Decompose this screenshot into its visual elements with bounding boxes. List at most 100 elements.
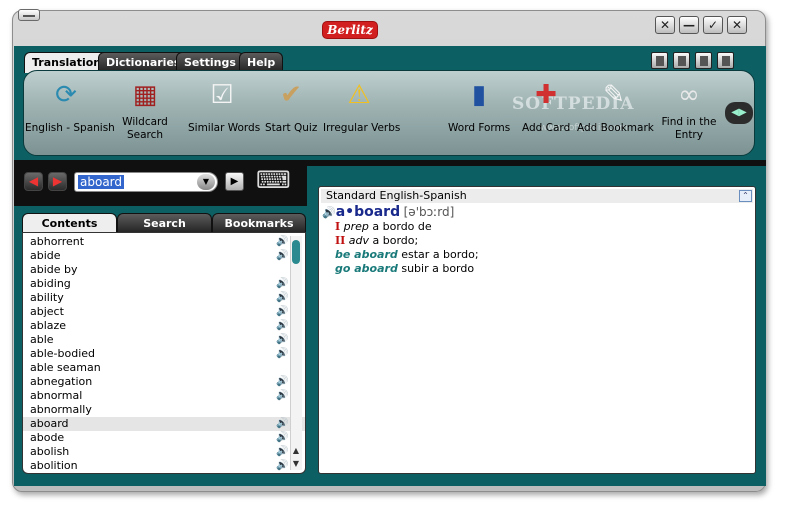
tool-find-in-entry[interactable]: ∞ Find in the Entry <box>658 78 720 142</box>
speaker-icon[interactable]: 🔊 <box>276 333 288 347</box>
tab-settings[interactable]: Settings <box>176 52 244 72</box>
warning-book-icon: ⚠ <box>347 80 371 110</box>
list-item-label: abiding <box>30 277 71 290</box>
save-icon[interactable] <box>695 52 712 69</box>
list-item-label: abolition <box>30 459 78 472</box>
go-button[interactable]: ▶ <box>225 172 244 191</box>
list-item-label: abide by <box>30 263 78 276</box>
speaker-icon[interactable]: 🔊 <box>276 389 288 403</box>
tool-wildcard-search[interactable]: ▦ Wildcard Search <box>116 78 174 142</box>
list-item-label: abolish <box>30 445 70 458</box>
speaker-icon[interactable]: 🔊 <box>276 417 288 431</box>
speaker-icon[interactable]: 🔊 <box>322 206 336 219</box>
speaker-icon[interactable]: 🔊 <box>276 249 288 263</box>
search-input-text: aboard <box>78 175 125 189</box>
keyboard-icon[interactable]: ⌨ <box>256 166 300 194</box>
list-item[interactable]: ability 🔊 <box>23 291 305 305</box>
list-item[interactable]: abolition 🔊 <box>23 459 305 473</box>
checklist-icon: ☑ <box>210 80 234 110</box>
scrollbar-thumb[interactable] <box>292 240 300 264</box>
list-item[interactable]: abhorrent 🔊 <box>23 235 305 249</box>
list-item-label: aboard <box>30 417 69 430</box>
list-item-label: abnormally <box>30 403 92 416</box>
maximize-button[interactable]: ✓ <box>703 16 723 34</box>
list-item[interactable]: ablaze 🔊 <box>23 319 305 333</box>
speaker-icon[interactable]: 🔊 <box>276 431 288 445</box>
forward-arrow-icon[interactable]: ▶ <box>48 172 67 191</box>
toolbar-scroll-arrows[interactable]: ◀▶ <box>725 102 753 124</box>
copy-icon[interactable] <box>651 52 668 69</box>
tab-search[interactable]: Search <box>117 213 212 233</box>
chevron-down-icon[interactable]: ▼ <box>197 174 215 190</box>
tab-contents[interactable]: Contents <box>22 213 117 233</box>
list-item[interactable]: abnormal 🔊 <box>23 389 305 403</box>
phrase-1: be aboard estar a bordo; <box>335 248 479 262</box>
speaker-icon[interactable]: 🔊 <box>276 459 288 473</box>
part-of-speech: prep <box>343 220 369 233</box>
speaker-icon[interactable]: 🔊 <box>276 347 288 361</box>
headword: a•board <box>335 204 401 220</box>
sense-number: II <box>335 234 346 247</box>
print-icon[interactable] <box>717 52 734 69</box>
search-input[interactable]: aboard ▼ <box>74 172 218 192</box>
speaker-icon[interactable]: 🔊 <box>276 235 288 249</box>
sense-1: I prep a bordo de <box>335 220 432 234</box>
system-menu-button[interactable] <box>18 9 40 21</box>
list-item[interactable]: able-bodied 🔊 <box>23 347 305 361</box>
close-alt-button[interactable]: ✕ <box>655 16 675 34</box>
tool-add-bookmark[interactable]: ✎ Add Bookmark <box>577 78 654 135</box>
list-item[interactable]: abnegation 🔊 <box>23 375 305 389</box>
speaker-icon[interactable]: 🔊 <box>276 277 288 291</box>
back-arrow-icon[interactable]: ◀ <box>24 172 43 191</box>
list-item[interactable]: abolish 🔊 <box>23 445 305 459</box>
list-item-label: abnormal <box>30 389 83 402</box>
translation: a bordo de <box>372 220 432 233</box>
list-item-label: abject <box>30 305 64 318</box>
tab-bookmarks[interactable]: Bookmarks <box>212 213 306 233</box>
phrase: be aboard <box>335 248 398 261</box>
tool-english-spanish[interactable]: ⟳ English - Spanish <box>25 78 115 135</box>
list-item[interactable]: able 🔊 <box>23 333 305 347</box>
speaker-icon[interactable]: 🔊 <box>276 445 288 459</box>
sense-number: I <box>335 220 341 233</box>
list-item-label: abhorrent <box>30 235 85 248</box>
list-item-label: able-bodied <box>30 347 96 360</box>
list-item[interactable]: abnormally <box>23 403 305 417</box>
list-item[interactable]: aboard 🔊 <box>23 417 305 431</box>
list-item-label: abode <box>30 431 65 444</box>
list-item-label: abnegation <box>30 375 93 388</box>
tool-similar-words[interactable]: ☑ Similar Words <box>188 78 260 135</box>
speaker-icon[interactable]: 🔊 <box>276 305 288 319</box>
bookmark-note-icon: ✎ <box>603 80 625 110</box>
close-button[interactable]: ✕ <box>727 16 747 34</box>
scroll-down-icon[interactable]: ▼ <box>291 459 301 469</box>
add-card-icon: ✚ <box>535 80 557 110</box>
list-item-label: able <box>30 333 54 346</box>
tool-add-card[interactable]: ✚ Add Card <box>522 78 570 135</box>
tool-word-forms[interactable]: ▮ Word Forms <box>448 78 510 135</box>
tab-help[interactable]: Help <box>239 52 284 72</box>
tool-start-quiz[interactable]: ✔ Start Quiz <box>265 78 317 135</box>
list-item[interactable]: abode 🔊 <box>23 431 305 445</box>
scroll-up-icon[interactable]: ▲ <box>291 446 301 456</box>
speaker-icon[interactable]: 🔊 <box>276 319 288 333</box>
crossword-icon: ▦ <box>132 80 158 110</box>
dictionary-name: Standard English-Spanish <box>321 189 753 203</box>
paste-icon[interactable] <box>673 52 690 69</box>
list-item[interactable]: able seaman <box>23 361 305 375</box>
list-item[interactable]: abject 🔊 <box>23 305 305 319</box>
collapse-icon[interactable]: ⌃ <box>739 190 752 202</box>
sense-2: II adv a bordo; <box>335 234 418 248</box>
vertical-scrollbar[interactable] <box>290 236 302 470</box>
binoculars-icon: ∞ <box>678 80 700 110</box>
tab-dictionaries[interactable]: Dictionaries <box>98 52 189 72</box>
minimize-button[interactable]: — <box>679 16 699 34</box>
phrase-2: go aboard subir a bordo <box>335 262 474 276</box>
translation: subir a bordo <box>401 262 475 275</box>
list-item[interactable]: abide by <box>23 263 305 277</box>
tool-irregular-verbs[interactable]: ⚠ Irregular Verbs <box>323 78 400 135</box>
speaker-icon[interactable]: 🔊 <box>276 375 288 389</box>
list-item[interactable]: abiding 🔊 <box>23 277 305 291</box>
speaker-icon[interactable]: 🔊 <box>276 291 288 305</box>
list-item[interactable]: abide 🔊 <box>23 249 305 263</box>
